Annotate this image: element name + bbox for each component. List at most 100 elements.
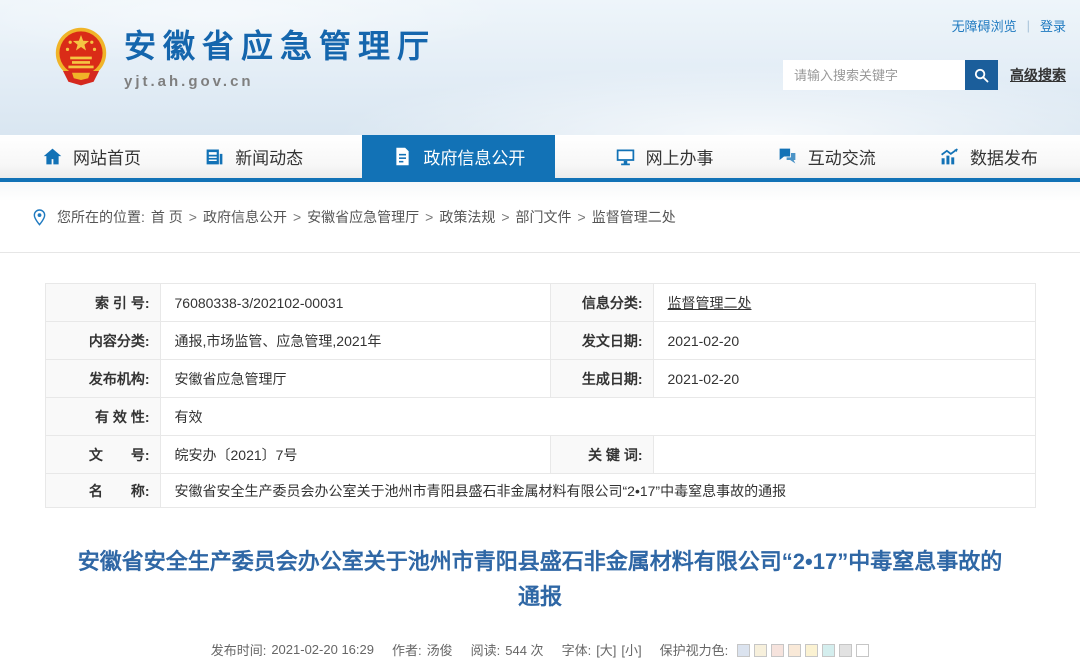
keywords-label: 关 键 词: (550, 436, 653, 474)
breadcrumb: 您所在的位置: 首 页 > 政府信息公开 > 安徽省应急管理厅 > 政策法规 >… (0, 182, 1080, 253)
info-category-value[interactable]: 监督管理二处 (668, 295, 752, 311)
advanced-search-link[interactable]: 高级搜索 (1010, 65, 1066, 85)
breadcrumb-separator: > (425, 209, 433, 225)
validity-value: 有效 (160, 398, 1035, 436)
nav-label: 互动交流 (808, 144, 876, 169)
reads-value: 544 次 (505, 640, 543, 659)
doc-name-label: 名 称: (45, 474, 160, 508)
nav-label: 新闻动态 (235, 144, 303, 169)
font-size-label: 字体: (562, 640, 592, 659)
breadcrumb-item-policies[interactable]: 政策法规 (439, 207, 495, 227)
chat-icon (777, 146, 798, 167)
news-icon (204, 146, 225, 167)
nav-item-data[interactable]: 数据发布 (935, 135, 1042, 178)
article-title-line1: 安徽省安全生产委员会办公室关于池州市青阳县盛石非金属材料有限公司“2•17”中毒… (25, 544, 1055, 579)
content-category-value: 通报,市场监管、应急管理,2021年 (160, 322, 550, 360)
issue-date-label: 发文日期: (550, 322, 653, 360)
topbar-divider: | (1027, 18, 1030, 33)
article-title: 安徽省安全生产委员会办公室关于池州市青阳县盛石非金属材料有限公司“2•17”中毒… (25, 544, 1055, 614)
nav-label: 政府信息公开 (423, 144, 525, 169)
site-text: 安徽省应急管理厅 yjt.ah.gov.cn (124, 26, 436, 90)
validity-label: 有 效 性: (45, 398, 160, 436)
table-row: 名 称: 安徽省安全生产委员会办公室关于池州市青阳县盛石非金属材料有限公司“2•… (45, 474, 1035, 508)
breadcrumb-item-home[interactable]: 首 页 (151, 207, 183, 227)
protect-color-swatch[interactable] (856, 644, 869, 657)
nav-label: 网站首页 (73, 144, 141, 169)
location-pin-icon (30, 208, 49, 227)
issuing-agency-label: 发布机构: (45, 360, 160, 398)
nav-item-home[interactable]: 网站首页 (38, 135, 145, 178)
protect-color-swatch[interactable] (822, 644, 835, 657)
site-logo-area: 安徽省应急管理厅 yjt.ah.gov.cn (52, 26, 436, 98)
keywords-value (653, 436, 1035, 474)
search-icon (973, 67, 990, 84)
nav-item-interaction[interactable]: 互动交流 (773, 135, 880, 178)
search-area: 高级搜索 (783, 60, 1066, 90)
doc-name-value: 安徽省安全生产委员会办公室关于池州市青阳县盛石非金属材料有限公司“2•17”中毒… (160, 474, 1035, 508)
breadcrumb-item-gov-info[interactable]: 政府信息公开 (203, 207, 287, 227)
table-row: 有 效 性: 有效 (45, 398, 1035, 436)
issuing-agency-value: 安徽省应急管理厅 (160, 360, 550, 398)
info-category-label: 信息分类: (550, 284, 653, 322)
index-number-value: 76080338-3/202102-00031 (160, 284, 550, 322)
protect-color-swatch[interactable] (737, 644, 750, 657)
search-input[interactable] (783, 60, 965, 90)
protect-color-label: 保护视力色: (660, 640, 729, 659)
publish-time-label: 发布时间: (211, 640, 267, 659)
publish-time-value: 2021-02-20 16:29 (271, 642, 374, 657)
protect-color-swatch[interactable] (839, 644, 852, 657)
site-name: 安徽省应急管理厅 (124, 26, 436, 66)
search-button[interactable] (965, 60, 998, 90)
breadcrumb-separator: > (293, 209, 301, 225)
breadcrumb-label: 您所在的位置: (57, 207, 145, 227)
main-nav: 网站首页 新闻动态 政府信息公开 网上办事 互动交流 (0, 135, 1080, 182)
breadcrumb-separator: > (189, 209, 197, 225)
table-row: 文 号: 皖安办〔2021〕7号 关 键 词: (45, 436, 1035, 474)
author-value: 汤俊 (427, 640, 453, 659)
font-larger-button[interactable]: [大] (596, 640, 616, 659)
breadcrumb-separator: > (578, 209, 586, 225)
site-header: 无障碍浏览 | 登录 安徽省应急管理厅 yjt.ah.gov.c (0, 0, 1080, 135)
protect-color-swatch[interactable] (771, 644, 784, 657)
content: 索 引 号: 76080338-3/202102-00031 信息分类: 监督管… (0, 283, 1080, 659)
nav-label: 数据发布 (970, 144, 1038, 169)
protect-color-swatch[interactable] (788, 644, 801, 657)
nav-label: 网上办事 (646, 144, 714, 169)
page: 无障碍浏览 | 登录 安徽省应急管理厅 yjt.ah.gov.c (0, 0, 1080, 667)
table-row: 索 引 号: 76080338-3/202102-00031 信息分类: 监督管… (45, 284, 1035, 322)
breadcrumb-item-supervision[interactable]: 监督管理二处 (592, 207, 676, 227)
accessibility-link[interactable]: 无障碍浏览 (952, 16, 1017, 35)
monitor-icon (615, 146, 636, 167)
nav-item-gov-info[interactable]: 政府信息公开 (362, 135, 555, 178)
generation-date-label: 生成日期: (550, 360, 653, 398)
home-icon (42, 146, 63, 167)
font-smaller-button[interactable]: [小] (621, 640, 641, 659)
breadcrumb-item-department[interactable]: 安徽省应急管理厅 (307, 207, 419, 227)
content-category-label: 内容分类: (45, 322, 160, 360)
table-row: 发布机构: 安徽省应急管理厅 生成日期: 2021-02-20 (45, 360, 1035, 398)
national-emblem-icon (52, 26, 110, 98)
article-meta: 发布时间: 2021-02-20 16:29 作者: 汤俊 阅读: 544 次 … (0, 640, 1080, 659)
document-meta-table: 索 引 号: 76080338-3/202102-00031 信息分类: 监督管… (45, 283, 1036, 508)
article-title-line2: 通报 (25, 579, 1055, 614)
protect-color-swatches (733, 642, 869, 657)
chart-icon (939, 146, 960, 167)
breadcrumb-item-dept-files[interactable]: 部门文件 (516, 207, 572, 227)
breadcrumb-separator: > (501, 209, 509, 225)
generation-date-value: 2021-02-20 (653, 360, 1035, 398)
protect-color-swatch[interactable] (805, 644, 818, 657)
doc-number-label: 文 号: (45, 436, 160, 474)
document-icon (392, 146, 413, 167)
topbar: 无障碍浏览 | 登录 (952, 16, 1066, 35)
protect-color-swatch[interactable] (754, 644, 767, 657)
doc-number-value: 皖安办〔2021〕7号 (160, 436, 550, 474)
login-link[interactable]: 登录 (1040, 16, 1066, 35)
issue-date-value: 2021-02-20 (653, 322, 1035, 360)
nav-item-news[interactable]: 新闻动态 (200, 135, 307, 178)
reads-label: 阅读: (471, 640, 501, 659)
author-label: 作者: (392, 640, 422, 659)
site-url: yjt.ah.gov.cn (124, 73, 436, 90)
table-row: 内容分类: 通报,市场监管、应急管理,2021年 发文日期: 2021-02-2… (45, 322, 1035, 360)
index-number-label: 索 引 号: (45, 284, 160, 322)
nav-item-online-services[interactable]: 网上办事 (611, 135, 718, 178)
